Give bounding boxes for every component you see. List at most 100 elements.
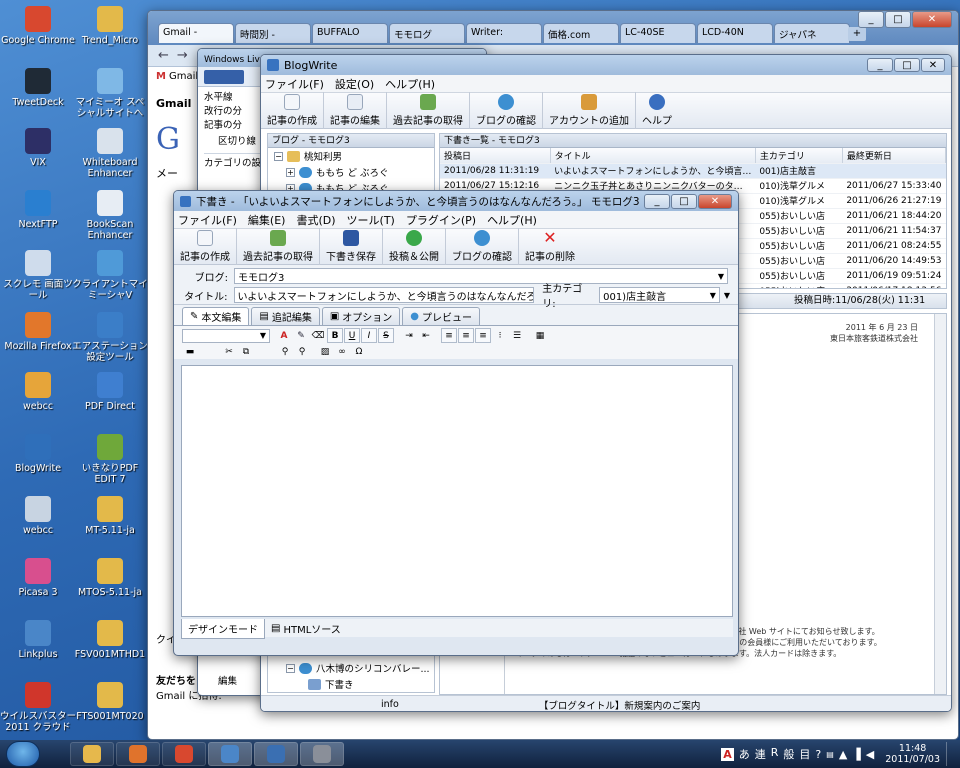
preview-scrollbar[interactable] <box>934 314 946 694</box>
maximize-button[interactable]: □ <box>885 11 911 28</box>
numbered-list-icon[interactable]: ⁝ <box>492 328 508 343</box>
outdent-icon[interactable]: ⇤ <box>418 328 434 343</box>
column-category[interactable]: 主カテゴリ <box>755 148 843 164</box>
tree-node[interactable]: +ももち ど ぶろぐ <box>268 164 434 180</box>
taskbar-button[interactable] <box>70 742 114 766</box>
maximize-button[interactable]: □ <box>671 193 697 209</box>
tab-body[interactable]: ✎ 本文編集 <box>182 307 250 325</box>
start-button[interactable] <box>6 741 40 767</box>
check-blog-button[interactable]: ブログの確認 <box>470 92 543 129</box>
tab-options[interactable]: ▣ オプション <box>321 307 401 325</box>
back-icon[interactable]: ← <box>158 48 169 63</box>
tree-node[interactable]: − 桃知利男 <box>268 148 434 164</box>
tree-node[interactable]: 下書き <box>268 676 434 692</box>
new-tab-button[interactable]: + <box>848 27 866 41</box>
column-post-date[interactable]: 投稿日 <box>440 148 551 164</box>
taskbar-button[interactable] <box>116 742 160 766</box>
browser-tab[interactable]: 時間別 - <box>235 23 311 43</box>
tab-preview[interactable]: ● プレビュー <box>402 307 481 325</box>
fetch-posts-button[interactable]: 過去記事の取得 <box>387 92 470 129</box>
input-language-icon[interactable]: A <box>721 747 734 761</box>
desktop-icon[interactable]: エアステーション設定ツール <box>72 312 148 363</box>
browser-tab[interactable]: Writer: <box>466 23 542 43</box>
copy-icon[interactable]: ⧉ <box>238 344 254 359</box>
sidebar-category[interactable]: カテゴリの設定 <box>204 153 271 171</box>
blog-select[interactable]: モモログ3 ▼ <box>234 268 728 284</box>
font-select[interactable]: ▼ <box>182 328 270 343</box>
desktop-icon[interactable]: MTOS-5.11-ja <box>72 558 148 598</box>
help-button[interactable]: ヘルプ <box>636 92 678 129</box>
tab-extended[interactable]: ▤ 追記編集 <box>251 307 320 325</box>
align-right-icon[interactable]: ≡ <box>475 328 491 343</box>
ime-button[interactable]: あ <box>739 746 750 762</box>
highlight-icon[interactable]: ✎ <box>293 328 309 343</box>
desktop-icon[interactable]: BlogWrite <box>0 434 76 474</box>
html-source-tab[interactable]: ▤ HTMLソース <box>265 619 347 638</box>
desktop-icon[interactable]: クライアントマイミーシャV <box>72 250 148 301</box>
tree-node[interactable]: − 八木博のシリコンバレー... <box>268 660 434 676</box>
sidebar-split[interactable]: 記事の分 <box>204 119 264 133</box>
underline-icon[interactable]: U <box>344 328 360 343</box>
menu-settings[interactable]: 設定(O) <box>335 76 374 92</box>
collapse-icon[interactable]: − <box>274 151 283 161</box>
browser-tab[interactable]: LCD-40N <box>697 23 773 43</box>
close-button[interactable]: ✕ <box>698 193 732 209</box>
menu-file[interactable]: ファイル(F) <box>265 76 324 92</box>
minimize-button[interactable]: _ <box>867 58 893 72</box>
volume-icon[interactable]: ◀ <box>866 748 874 761</box>
title-input[interactable]: いよいよスマートフォンにしようか、と今頃言うのはなんなんだろう。 <box>233 287 535 303</box>
find-icon[interactable]: ⚲ <box>277 344 293 359</box>
hr-icon[interactable]: ▬ <box>182 344 198 359</box>
menu-help[interactable]: ヘルプ(H) <box>487 212 537 228</box>
minimize-button[interactable]: _ <box>858 11 884 28</box>
table-row[interactable]: 2011/06/28 11:31:19 いよいよスマートフォンにしようか、と今頃言… <box>440 163 946 179</box>
tray-expand-icon[interactable]: ▲ <box>839 748 847 761</box>
browser-tab[interactable]: 価格.com <box>543 23 619 43</box>
font-color-icon[interactable]: A <box>276 328 292 343</box>
menu-edit[interactable]: 編集(E) <box>248 212 286 228</box>
column-updated[interactable]: 最終更新日 <box>842 148 946 164</box>
forward-icon[interactable]: → <box>177 48 188 63</box>
strike-icon[interactable]: S <box>378 328 394 343</box>
special-char-icon[interactable]: Ω <box>351 344 367 359</box>
desktop-icon[interactable]: NextFTP <box>0 190 76 230</box>
edit-post-button[interactable]: 記事の編集 <box>324 92 387 129</box>
link-icon[interactable]: ∞ <box>334 344 350 359</box>
delete-post-button[interactable]: ✕ 記事の削除 <box>519 228 581 265</box>
menu-help[interactable]: ヘルプ(H) <box>385 76 435 92</box>
desktop-icon[interactable]: スクレモ 画面ツール <box>0 250 76 301</box>
menu-tools[interactable]: ツール(T) <box>347 212 395 228</box>
desktop-icon[interactable]: ウイルスバスター 2011 クラウド <box>0 682 76 733</box>
desktop-icon[interactable]: Picasa 3 <box>0 558 76 598</box>
desktop-icon[interactable]: FTS001MT020 <box>72 682 148 722</box>
minimize-button[interactable]: _ <box>644 193 670 209</box>
taskbar-button[interactable] <box>162 742 206 766</box>
desktop-icon[interactable]: Whiteboard Enhancer <box>72 128 148 179</box>
desktop-icon[interactable]: VIX <box>0 128 76 168</box>
save-draft-button[interactable]: 下書き保存 <box>320 228 383 265</box>
browser-tab[interactable]: LC-40SE <box>620 23 696 43</box>
desktop-icon[interactable]: Google Chrome <box>0 6 76 46</box>
bold-icon[interactable]: B <box>327 328 343 343</box>
desktop-icon[interactable]: BookScan Enhancer <box>72 190 148 241</box>
browser-tab[interactable]: Gmail - <box>158 23 234 43</box>
replace-icon[interactable]: ⚲ <box>294 344 310 359</box>
design-mode-tab[interactable]: デザインモード <box>181 619 265 639</box>
network-icon[interactable]: ▐ <box>852 748 860 761</box>
close-button[interactable]: ✕ <box>912 11 952 28</box>
desktop-icon[interactable]: TweetDeck <box>0 68 76 108</box>
desktop-icon[interactable]: FSV001MTHD1 <box>72 620 148 660</box>
italic-icon[interactable]: I <box>361 328 377 343</box>
collapse-icon[interactable]: − <box>286 663 295 673</box>
align-center-icon[interactable]: ≡ <box>458 328 474 343</box>
live-writer-edit-tab[interactable]: 編集 <box>218 673 237 687</box>
help-icon[interactable]: ? <box>815 748 821 761</box>
desktop-icon[interactable]: webcc <box>0 372 76 412</box>
column-title[interactable]: タイトル <box>550 148 756 164</box>
table-icon[interactable]: ▦ <box>532 328 548 343</box>
desktop-icon[interactable]: いきなりPDF EDIT 7 <box>72 434 148 485</box>
expand-icon[interactable]: + <box>286 167 295 177</box>
ime-button[interactable]: R <box>771 746 779 762</box>
maximize-button[interactable]: □ <box>894 58 920 72</box>
browser-tab[interactable]: モモログ <box>389 23 465 43</box>
